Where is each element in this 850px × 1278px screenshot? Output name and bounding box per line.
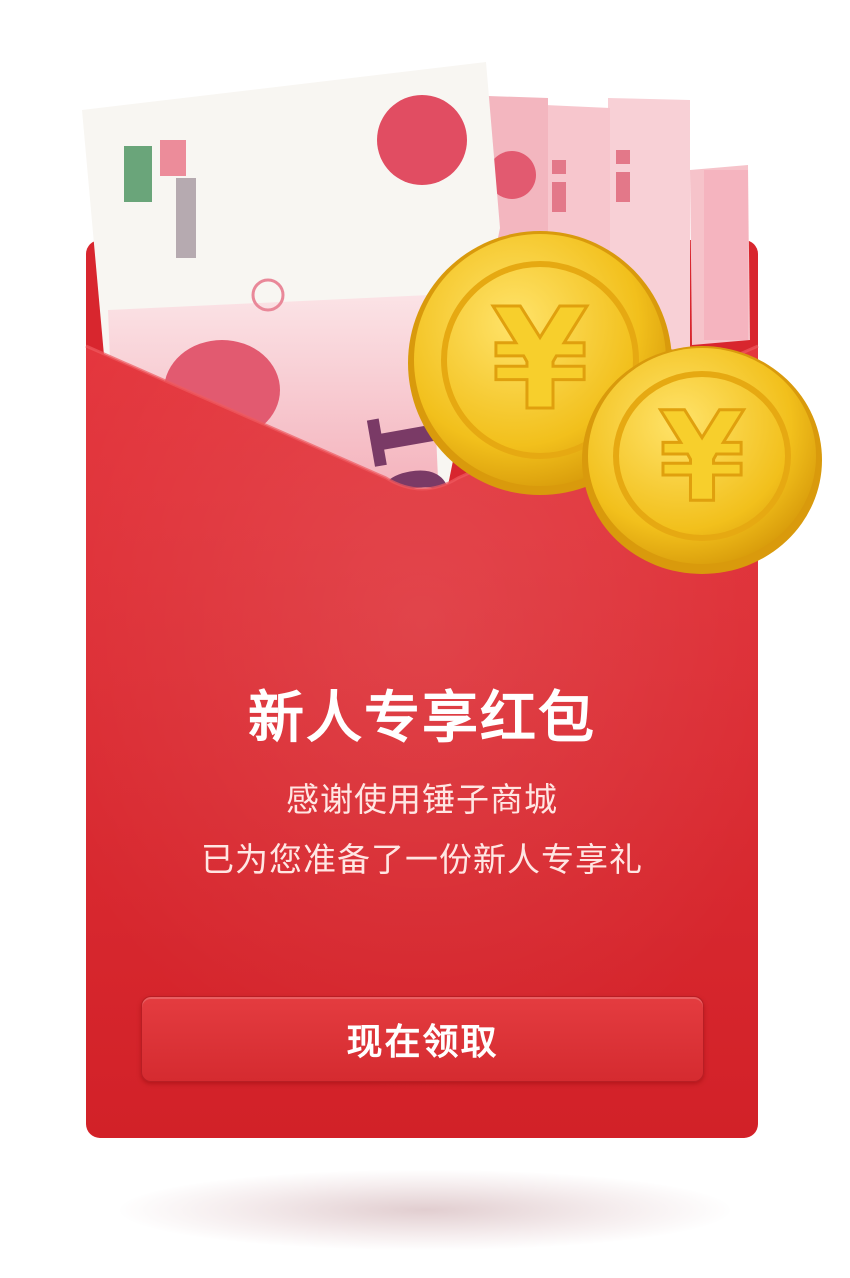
yuan-coin-icon: ¥ bbox=[582, 346, 822, 574]
claim-now-button[interactable]: 现在领取 bbox=[141, 996, 704, 1082]
svg-text:¥: ¥ bbox=[659, 386, 745, 530]
envelope-subtitle-line1: 感谢使用锤子商城 bbox=[286, 780, 558, 819]
envelope-front bbox=[85, 344, 759, 1138]
envelope-subtitle-line2: 已为您准备了一份新人专享礼 bbox=[201, 840, 643, 879]
envelope-title: 新人专享红包 bbox=[248, 686, 596, 751]
svg-text:¥: ¥ bbox=[491, 279, 588, 442]
claim-now-label: 现在领取 bbox=[346, 1022, 499, 1063]
red-envelope-screen: 100 ¥ bbox=[0, 0, 850, 1278]
